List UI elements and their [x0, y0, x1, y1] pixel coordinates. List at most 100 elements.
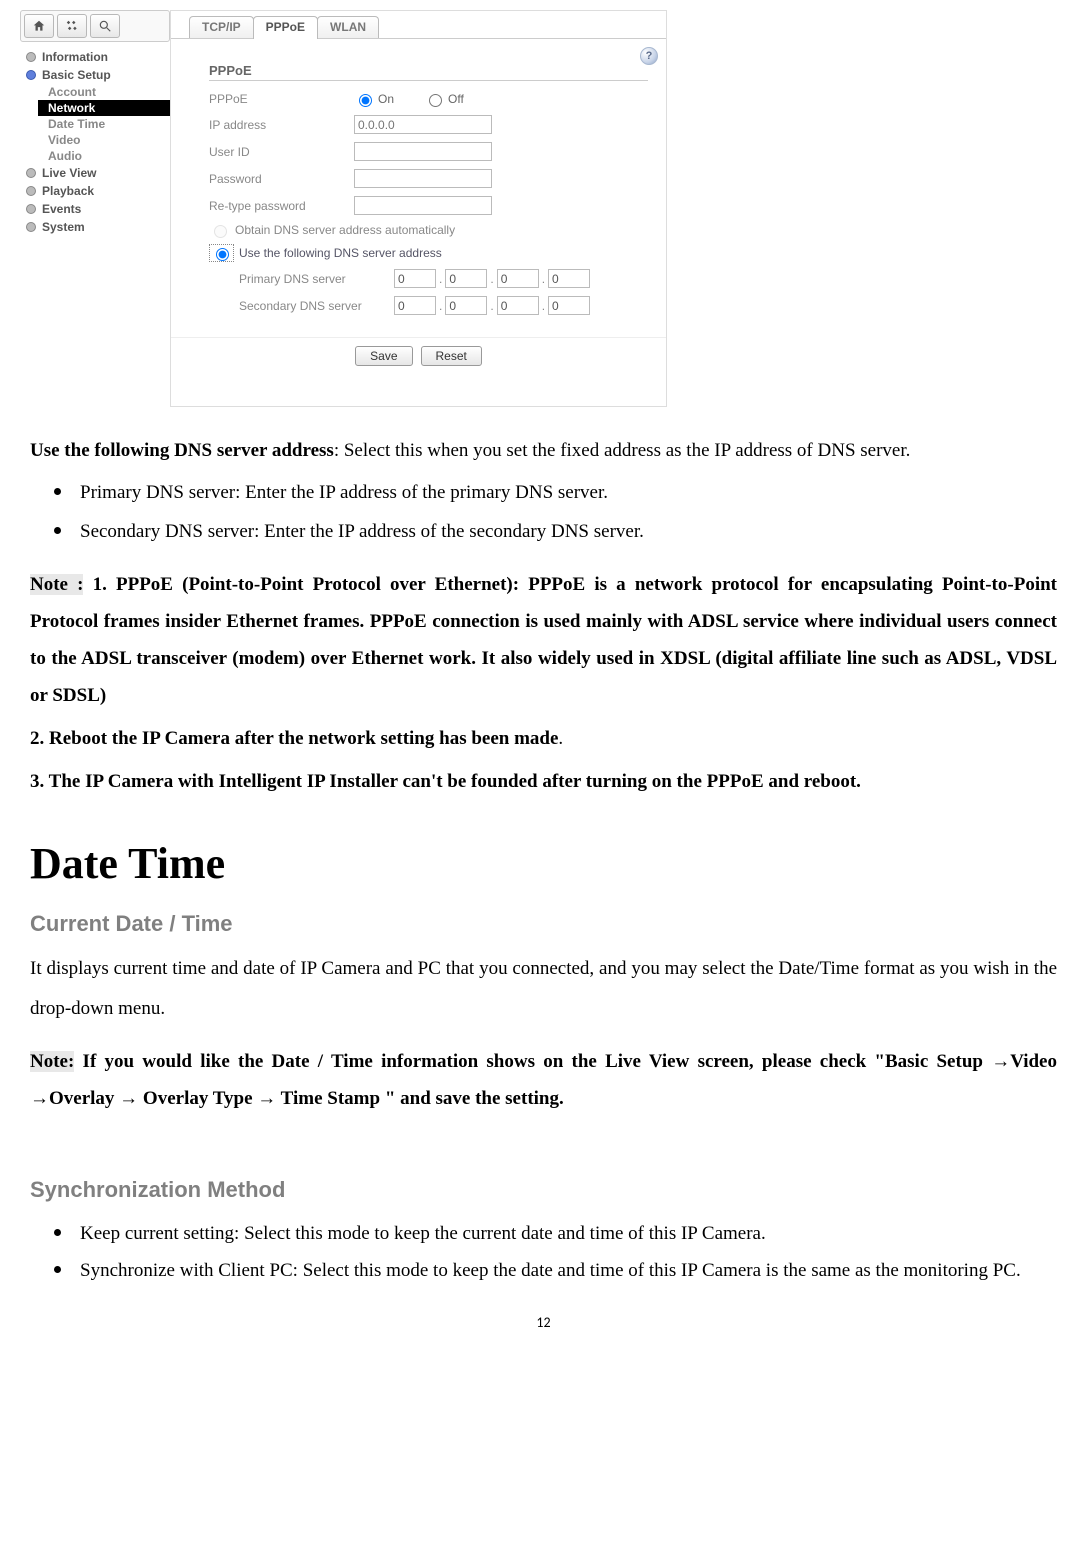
label-secondary-dns: Secondary DNS server	[239, 299, 394, 313]
doc-para1: Use the following DNS server address: Se…	[30, 432, 1057, 469]
nav-events[interactable]: Events	[20, 200, 170, 218]
dns-auto[interactable]: Obtain DNS server address automatically	[209, 219, 648, 241]
pppoe-radio-group: On Off	[354, 91, 464, 107]
input-repassword[interactable]	[354, 196, 492, 215]
note2-label: Note:	[30, 1051, 74, 1072]
button-bar: Save Reset	[171, 337, 666, 374]
nav: Information Basic Setup Account Network …	[20, 46, 170, 238]
radio-dns-manual-wrap	[209, 244, 234, 262]
bullet-secondary: Secondary DNS server: Enter the IP addre…	[74, 512, 1057, 547]
radio-off-label: Off	[448, 92, 464, 106]
nav-sub-video[interactable]: Video	[20, 132, 170, 148]
dns-bullets: Primary DNS server: Enter the IP address…	[30, 473, 1057, 548]
radio-dns-manual[interactable]	[216, 248, 229, 261]
tab-wlan[interactable]: WLAN	[317, 16, 379, 38]
dns-auto-label: Obtain DNS server address automatically	[235, 223, 455, 237]
row-primary-dns: Primary DNS server . . .	[239, 265, 648, 292]
nav-label: System	[42, 220, 85, 234]
note1-text: 1. PPPoE (Point-to-Point Protocol over E…	[30, 574, 1057, 706]
bullet-primary: Primary DNS server: Enter the IP address…	[74, 473, 1057, 508]
primary-oct4[interactable]	[548, 269, 590, 288]
subheading-sync: Synchronization Method	[30, 1177, 1057, 1203]
tab-tcpip[interactable]: TCP/IP	[189, 16, 254, 38]
bullet-icon	[26, 52, 36, 62]
subheading-current: Current Date / Time	[30, 911, 1057, 937]
help-icon[interactable]: ?	[640, 47, 658, 65]
search-icon	[98, 19, 112, 33]
para1-bold: Use the following DNS server address	[30, 440, 334, 461]
home-button[interactable]	[24, 14, 54, 38]
tabs: TCP/IP PPPoE WLAN	[171, 11, 666, 39]
sync-bullet-keep: Keep current setting: Select this mode t…	[74, 1215, 1057, 1248]
note-label: Note :	[30, 574, 83, 595]
radio-on-label: On	[378, 92, 394, 106]
nav-sub-network[interactable]: Network	[38, 100, 170, 116]
nav-playback[interactable]: Playback	[20, 182, 170, 200]
nav-sub-account[interactable]: Account	[20, 84, 170, 100]
bullet-icon	[26, 222, 36, 232]
note2-body: If you would like the Date / Time inform…	[30, 1051, 1057, 1109]
secondary-oct4[interactable]	[548, 296, 590, 315]
config-screenshot: Information Basic Setup Account Network …	[20, 10, 1057, 407]
dot: .	[542, 272, 545, 286]
note-block-3: 3. The IP Camera with Intelligent IP Ins…	[30, 763, 1057, 800]
sidebar: Information Basic Setup Account Network …	[20, 10, 170, 238]
nav-information[interactable]: Information	[20, 48, 170, 66]
row-password: Password	[209, 165, 648, 192]
nav-system[interactable]: System	[20, 218, 170, 236]
label-password: Password	[209, 172, 354, 186]
note-block-datetime: Note: If you would like the Date / Time …	[30, 1043, 1057, 1117]
radio-off[interactable]: Off	[424, 91, 464, 107]
row-ip: IP address	[209, 111, 648, 138]
dot: .	[542, 299, 545, 313]
label-user: User ID	[209, 145, 354, 159]
input-user[interactable]	[354, 142, 492, 161]
bullet-icon	[26, 204, 36, 214]
dot: .	[490, 272, 493, 286]
primary-oct1[interactable]	[394, 269, 436, 288]
tab-pppoe[interactable]: PPPoE	[253, 16, 318, 39]
note2-tail: .	[558, 728, 563, 749]
dns-manual[interactable]: Use the following DNS server address	[209, 241, 648, 265]
secondary-oct2[interactable]	[445, 296, 487, 315]
row-repassword: Re-type password	[209, 192, 648, 219]
label-repassword: Re-type password	[209, 199, 354, 213]
nav-basic-setup[interactable]: Basic Setup	[20, 66, 170, 84]
nav-sub-date-time[interactable]: Date Time	[20, 116, 170, 132]
reset-button[interactable]: Reset	[421, 346, 482, 366]
label-pppoe: PPPoE	[209, 92, 354, 106]
input-password[interactable]	[354, 169, 492, 188]
secondary-oct3[interactable]	[497, 296, 539, 315]
row-secondary-dns: Secondary DNS server . . .	[239, 292, 648, 319]
bullet-icon	[26, 168, 36, 178]
sync-bullet-pc: Synchronize with Client PC: Select this …	[74, 1252, 1057, 1285]
bullet-icon	[26, 186, 36, 196]
row-pppoe: PPPoE On Off	[209, 87, 648, 111]
dot: .	[490, 299, 493, 313]
nav-label: Playback	[42, 184, 94, 198]
nav-sub-audio[interactable]: Audio	[20, 148, 170, 164]
nav-live-view[interactable]: Live View	[20, 164, 170, 182]
nav-label: Events	[42, 202, 81, 216]
primary-oct3[interactable]	[497, 269, 539, 288]
home-icon	[32, 19, 46, 33]
label-ip: IP address	[209, 118, 354, 132]
note2-text: 2. Reboot the IP Camera after the networ…	[30, 728, 558, 749]
search-button[interactable]	[90, 14, 120, 38]
row-user: User ID	[209, 138, 648, 165]
dns-manual-label: Use the following DNS server address	[239, 246, 442, 260]
radio-on-input[interactable]	[359, 94, 372, 107]
radio-off-input[interactable]	[429, 94, 442, 107]
primary-oct2[interactable]	[445, 269, 487, 288]
input-ip[interactable]	[354, 115, 492, 134]
tools-button[interactable]	[57, 14, 87, 38]
secondary-oct1[interactable]	[394, 296, 436, 315]
sync-pc-text: Select this mode to keep the date and ti…	[298, 1260, 1021, 1281]
para-current: It displays current time and date of IP …	[30, 949, 1057, 1029]
sync-keep-text: Select this mode to keep the current dat…	[239, 1223, 765, 1244]
radio-on[interactable]: On	[354, 91, 394, 107]
bullet-icon	[26, 70, 36, 80]
save-button[interactable]: Save	[355, 346, 412, 366]
dot: .	[439, 299, 442, 313]
radio-dns-auto	[214, 225, 227, 238]
